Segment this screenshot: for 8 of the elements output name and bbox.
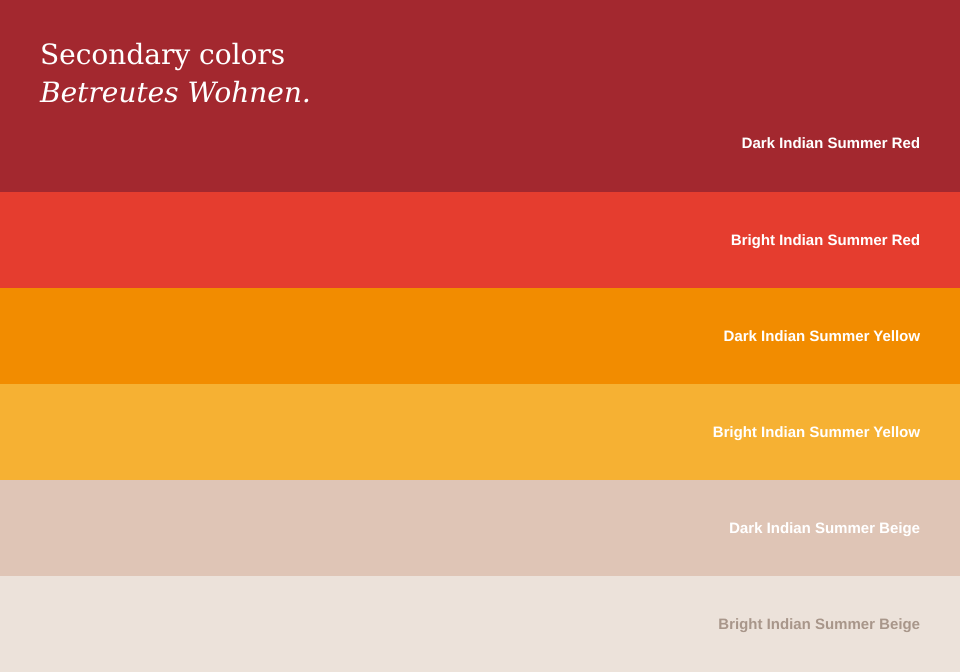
color-name: Dark Indian Summer Red: [742, 135, 920, 152]
page-title: Secondary colors: [40, 37, 286, 73]
color-name: Dark Indian Summer Yellow: [724, 328, 920, 344]
color-name: Bright Indian Summer Yellow: [712, 424, 920, 440]
color-name: Bright Indian Summer Red: [730, 232, 920, 248]
color-name: Dark Indian Summer Beige: [729, 520, 920, 536]
color-name: Bright Indian Summer Beige: [718, 616, 920, 632]
page-subtitle: Betreutes Wohnen.: [40, 75, 311, 111]
